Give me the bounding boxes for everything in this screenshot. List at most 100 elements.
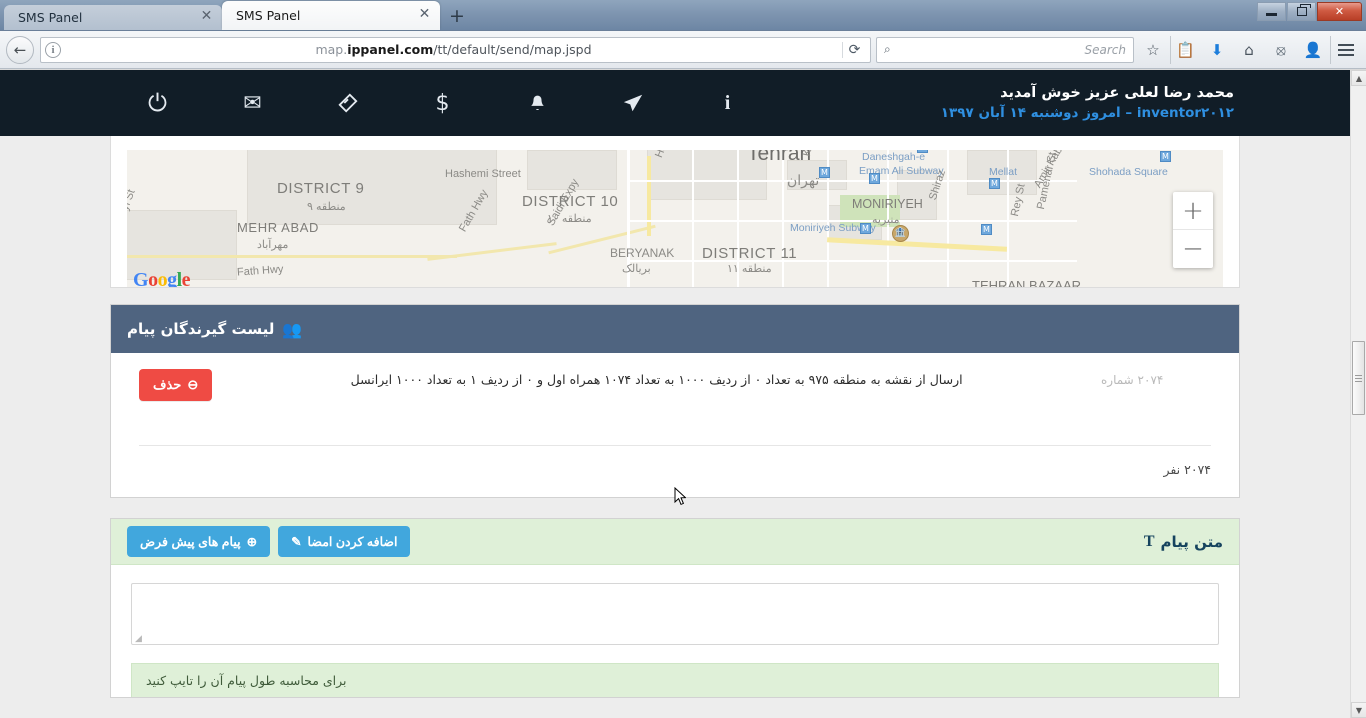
menu-icon[interactable] <box>1330 35 1360 64</box>
downloads-icon[interactable]: ⬇ <box>1202 36 1232 64</box>
page-content: ⏻ ✉ $ i محمد رضا لعلی عزیز خوش آمدید inv… <box>0 70 1350 718</box>
map-label-fath-hwy: Fath Hwy <box>236 263 284 279</box>
site-info-icon[interactable]: i <box>45 41 61 58</box>
map-label-moniriyeh-fa: منیریه <box>872 214 900 226</box>
close-button[interactable]: ✕ <box>1317 2 1362 21</box>
reload-icon[interactable]: ⟳ <box>842 41 866 58</box>
message-panel-title-group: متن پیام T <box>1144 533 1223 551</box>
map-pin-subway[interactable]: M <box>860 223 871 234</box>
recipient-row: ۲۰۷۴ شماره ارسال از نقشه به منطقه ۹۷۵ به… <box>139 369 1211 429</box>
resize-grip-icon[interactable]: ◢ <box>135 635 142 644</box>
mail-icon[interactable]: ✉ <box>205 70 300 136</box>
message-panel: متن پیام T اضافه کردن امضا ✎ ⊕ پیام های … <box>110 518 1240 698</box>
message-panel-header: متن پیام T اضافه کردن امضا ✎ ⊕ پیام های … <box>111 519 1239 565</box>
recipients-panel: 👥 لیست گیرندگان پیام ۲۰۷۴ شماره ارسال از… <box>110 304 1240 498</box>
text-icon: T <box>1143 532 1155 550</box>
plus-circle-icon: ⊕ <box>246 535 258 549</box>
default-messages-button[interactable]: ⊕ پیام های پیش فرض <box>127 526 271 557</box>
map-pin-subway[interactable]: M <box>981 224 992 235</box>
map-label-district11: DISTRICT 11 <box>702 245 798 262</box>
tab-strip: SMS Panel ✕ SMS Panel ✕ + <box>0 0 472 30</box>
library-icon[interactable]: 📋 <box>1170 35 1200 64</box>
welcome-message: محمد رضا لعلی عزیز خوش آمدید inventor۲۰۱… <box>775 83 1240 123</box>
welcome-line-1: محمد رضا لعلی عزیز خوش آمدید <box>1000 85 1234 101</box>
map-label-district9-fa: منطقه ۹ <box>307 201 346 213</box>
dollar-icon[interactable]: $ <box>395 70 490 136</box>
recipient-description: ارسال از نقشه به منطقه ۹۷۵ به تعداد ۰ از… <box>350 372 963 387</box>
pocket-icon[interactable]: ⦻ <box>1266 36 1296 64</box>
logo-o2: o <box>157 269 168 288</box>
delete-recipient-button[interactable]: ⊖ حذف <box>139 369 213 401</box>
add-signature-button[interactable]: اضافه کردن امضا ✎ <box>278 526 411 557</box>
logo-e: e <box>181 269 191 288</box>
address-bar[interactable]: i map.ippanel.com/tt/default/send/map.js… <box>40 36 871 63</box>
url-prefix: map. <box>315 42 348 57</box>
message-length-hint: برای محاسبه طول پیام آن را تایپ کنید <box>131 663 1219 697</box>
url-text: map.ippanel.com/tt/default/send/map.jspd <box>65 42 842 57</box>
recipients-panel-title: لیست گیرندگان پیام <box>127 320 275 338</box>
browser-titlebar: SMS Panel ✕ SMS Panel ✕ + ✕ <box>0 0 1366 31</box>
map-label-tehran-fa: تهران <box>787 172 820 188</box>
map-pin-subway[interactable]: M <box>869 173 880 184</box>
send-icon[interactable] <box>585 70 680 136</box>
close-icon[interactable]: ✕ <box>199 9 214 25</box>
ticket-icon[interactable] <box>300 70 395 136</box>
recipients-total: ۲۰۷۴ نفر <box>1163 462 1211 477</box>
paper-plane-svg <box>623 94 642 112</box>
google-map[interactable]: DISTRICT 9 منطقه ۹ MEHR ABAD مهرآباد DIS… <box>127 150 1223 288</box>
map-pin-subway[interactable]: M <box>917 150 928 153</box>
logo-o1: o <box>148 269 158 288</box>
info-icon[interactable]: i <box>680 70 775 136</box>
map-label-beryanak: BERYANAK <box>610 246 675 260</box>
bell-icon[interactable] <box>490 70 585 136</box>
browser-tab-2[interactable]: SMS Panel ✕ <box>222 1 440 30</box>
scroll-up-button[interactable]: ▲ <box>1351 70 1366 86</box>
map-label-shohada: Shohada Square <box>1089 166 1168 178</box>
map-label-bazaar: TEHRAN BAZAAR <box>972 278 1082 288</box>
page-main: DISTRICT 9 منطقه ۹ MEHR ABAD مهرآباد DIS… <box>110 136 1240 698</box>
bell-svg <box>531 95 544 110</box>
pencil-icon: ✎ <box>291 535 302 549</box>
back-button[interactable]: ← <box>6 35 34 64</box>
map-poi-icon[interactable]: 🏦 <box>892 225 909 242</box>
minimize-button[interactable] <box>1257 2 1286 21</box>
recipients-panel-header: 👥 لیست گیرندگان پیام <box>111 305 1239 353</box>
map-pin-subway[interactable]: M <box>989 178 1000 189</box>
map-canvas: DISTRICT 9 منطقه ۹ MEHR ABAD مهرآباد DIS… <box>127 150 1223 288</box>
tab-title: SMS Panel <box>18 10 83 25</box>
power-icon[interactable]: ⏻ <box>110 70 205 136</box>
map-label-yl-st: yl St <box>127 187 138 213</box>
scroll-down-button[interactable]: ▼ <box>1351 702 1366 718</box>
url-path: /tt/default/send/map.jspd <box>433 42 592 57</box>
page-scrollbar[interactable]: ▲ ▼ <box>1350 70 1366 718</box>
tab-title: SMS Panel <box>236 8 301 23</box>
close-icon[interactable]: ✕ <box>417 7 432 23</box>
map-card: DISTRICT 9 منطقه ۹ MEHR ABAD مهرآباد DIS… <box>110 136 1240 288</box>
new-tab-button[interactable]: + <box>442 4 472 30</box>
scrollbar-thumb[interactable] <box>1352 341 1365 415</box>
default-messages-label: پیام های پیش فرض <box>140 535 241 549</box>
home-icon[interactable]: ⌂ <box>1234 36 1264 64</box>
welcome-line-2: inventor۲۰۱۲ – امروز دوشنبه ۱۴ آبان ۱۳۹۷ <box>940 105 1234 121</box>
account-icon[interactable]: 👤 <box>1298 36 1328 64</box>
add-signature-label: اضافه کردن امضا <box>307 535 398 549</box>
message-textarea[interactable]: ◢ <box>131 583 1219 645</box>
map-pin-subway[interactable]: M <box>1160 151 1171 162</box>
recipient-number: ۲۰۷۴ شماره <box>1101 373 1164 387</box>
search-icon: ⌕ <box>884 42 891 56</box>
search-bar[interactable]: ⌕ Search <box>876 36 1134 63</box>
window-controls: ✕ <box>1257 2 1362 21</box>
restore-button[interactable] <box>1287 2 1316 21</box>
map-label-mehrabad: MEHR ABAD <box>237 220 319 235</box>
app-nav-icons: ⏻ ✉ $ i <box>110 70 775 136</box>
map-pin-subway[interactable]: M <box>819 167 830 178</box>
map-label-mehrabad-fa: مهرآباد <box>257 239 289 251</box>
recipients-panel-body: ۲۰۷۴ شماره ارسال از نقشه به منطقه ۹۷۵ به… <box>111 353 1239 497</box>
logo-g2: g <box>167 269 177 288</box>
browser-tab-1[interactable]: SMS Panel ✕ <box>4 5 222 30</box>
google-logo: Google <box>133 269 191 288</box>
zoom-out-button[interactable]: − <box>1173 230 1213 268</box>
zoom-in-button[interactable]: + <box>1173 192 1213 230</box>
browser-navbar: ← i map.ippanel.com/tt/default/send/map.… <box>0 31 1366 69</box>
bookmark-star-icon[interactable]: ☆ <box>1138 36 1168 64</box>
